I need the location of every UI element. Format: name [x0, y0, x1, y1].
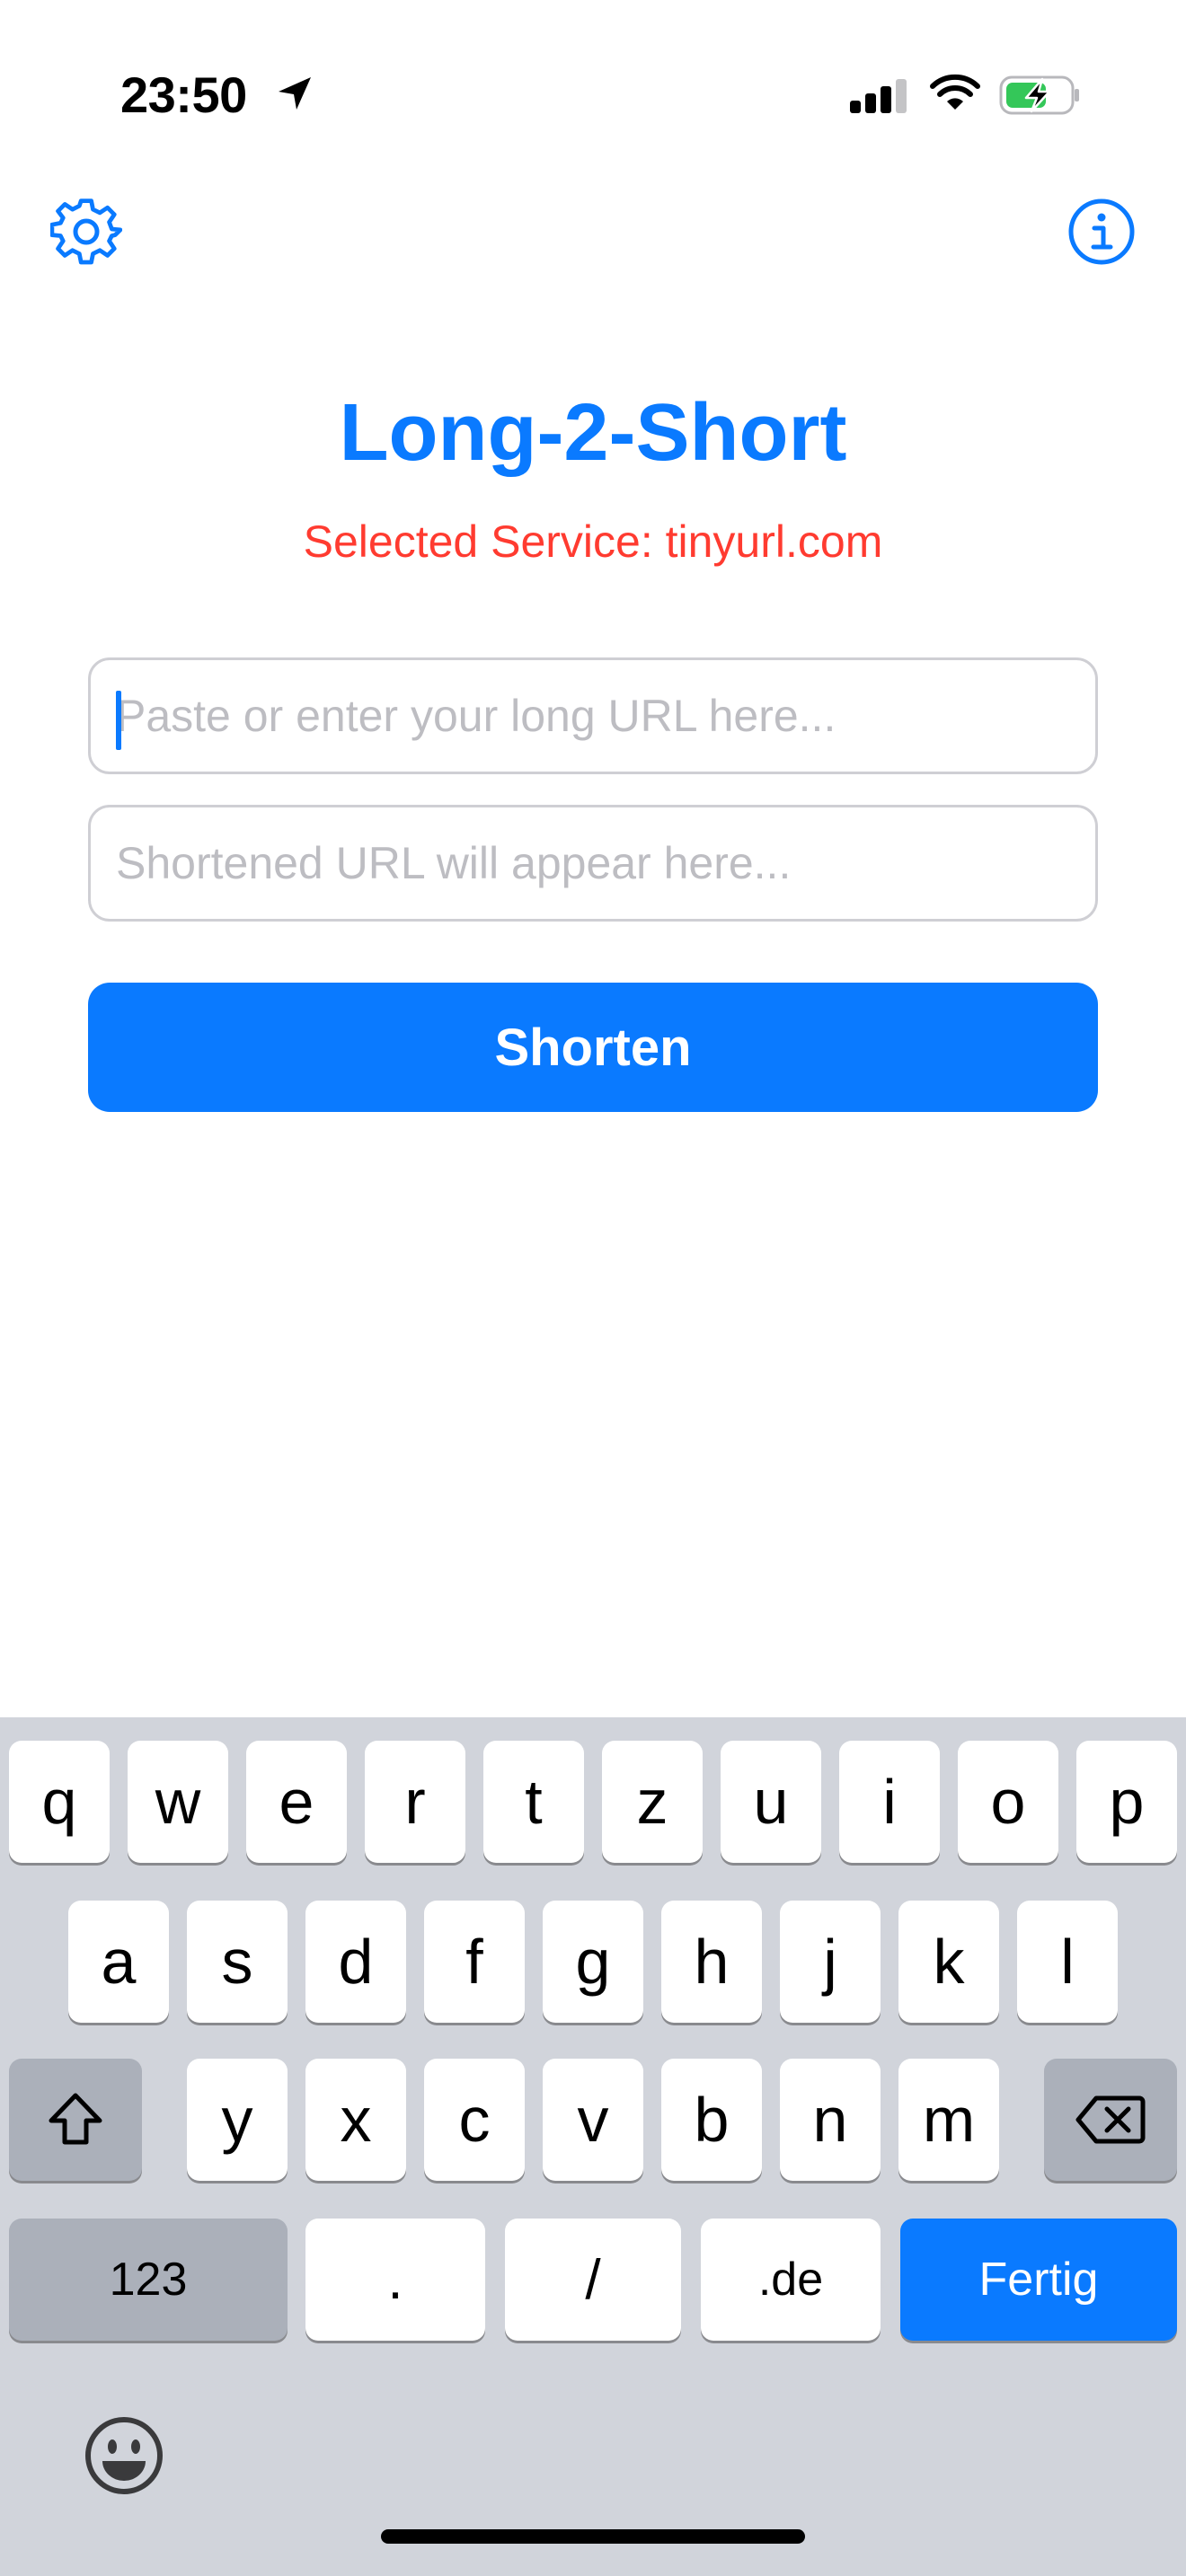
key-a[interactable]: a [68, 1901, 169, 2023]
info-icon [1068, 198, 1135, 265]
delete-key[interactable] [1044, 2059, 1177, 2181]
key-u[interactable]: u [721, 1741, 821, 1863]
shift-key[interactable] [9, 2059, 142, 2181]
shorten-button[interactable]: Shorten [88, 983, 1098, 1112]
emoji-button[interactable] [83, 2414, 165, 2497]
key-o[interactable]: o [958, 1741, 1058, 1863]
gear-icon [49, 198, 123, 265]
key-w[interactable]: w [128, 1741, 228, 1863]
key-j[interactable]: j [780, 1901, 881, 2023]
slash-key[interactable]: / [505, 2219, 681, 2341]
key-n[interactable]: n [780, 2059, 881, 2181]
done-key[interactable]: Fertig [900, 2219, 1177, 2341]
dot-key[interactable]: . [305, 2219, 485, 2341]
wifi-icon [930, 74, 980, 110]
home-indicator[interactable] [381, 2529, 805, 2544]
key-x[interactable]: x [305, 2059, 406, 2181]
battery-charging-icon [999, 75, 1079, 115]
tld-key[interactable]: .de [701, 2219, 881, 2341]
key-f[interactable]: f [424, 1901, 525, 2023]
key-l[interactable]: l [1017, 1901, 1118, 2023]
status-time: 23:50 [120, 66, 247, 123]
key-b[interactable]: b [661, 2059, 762, 2181]
cellular-signal-icon [850, 79, 907, 113]
app-title: Long-2-Short [339, 388, 847, 478]
key-i[interactable]: i [839, 1741, 940, 1863]
location-arrow-icon [279, 77, 311, 110]
numbers-key[interactable]: 123 [9, 2219, 288, 2341]
key-c[interactable]: c [424, 2059, 525, 2181]
key-q[interactable]: q [9, 1741, 110, 1863]
key-v[interactable]: v [543, 2059, 643, 2181]
short-url-output[interactable] [91, 807, 1095, 919]
emoji-icon [85, 2417, 163, 2494]
key-e[interactable]: e [246, 1741, 347, 1863]
settings-button[interactable] [49, 196, 123, 268]
info-button[interactable] [1066, 196, 1137, 268]
key-r[interactable]: r [365, 1741, 465, 1863]
key-g[interactable]: g [543, 1901, 643, 2023]
key-m[interactable]: m [898, 2059, 999, 2181]
key-s[interactable]: s [187, 1901, 288, 2023]
key-z[interactable]: z [602, 1741, 703, 1863]
key-d[interactable]: d [305, 1901, 406, 2023]
key-k[interactable]: k [898, 1901, 999, 2023]
tld-key-label: .de [757, 2254, 824, 2306]
delete-backspace-icon [1075, 2095, 1146, 2144]
selected-service-label: Selected Service: tinyurl.com [303, 516, 883, 567]
long-url-input[interactable] [91, 660, 1095, 772]
key-p[interactable]: p [1076, 1741, 1177, 1863]
keyboard: q w e r t z u i o p a s d f g h j k l y … [0, 1717, 1186, 2576]
done-key-label: Fertig [978, 2254, 1099, 2306]
long-url-field-container [88, 657, 1098, 774]
numbers-key-label: 123 [109, 2254, 188, 2306]
key-h[interactable]: h [661, 1901, 762, 2023]
short-url-field-container [88, 805, 1098, 922]
key-t[interactable]: t [483, 1741, 584, 1863]
key-y[interactable]: y [187, 2059, 288, 2181]
text-cursor [116, 691, 121, 750]
shift-icon [49, 2093, 102, 2145]
